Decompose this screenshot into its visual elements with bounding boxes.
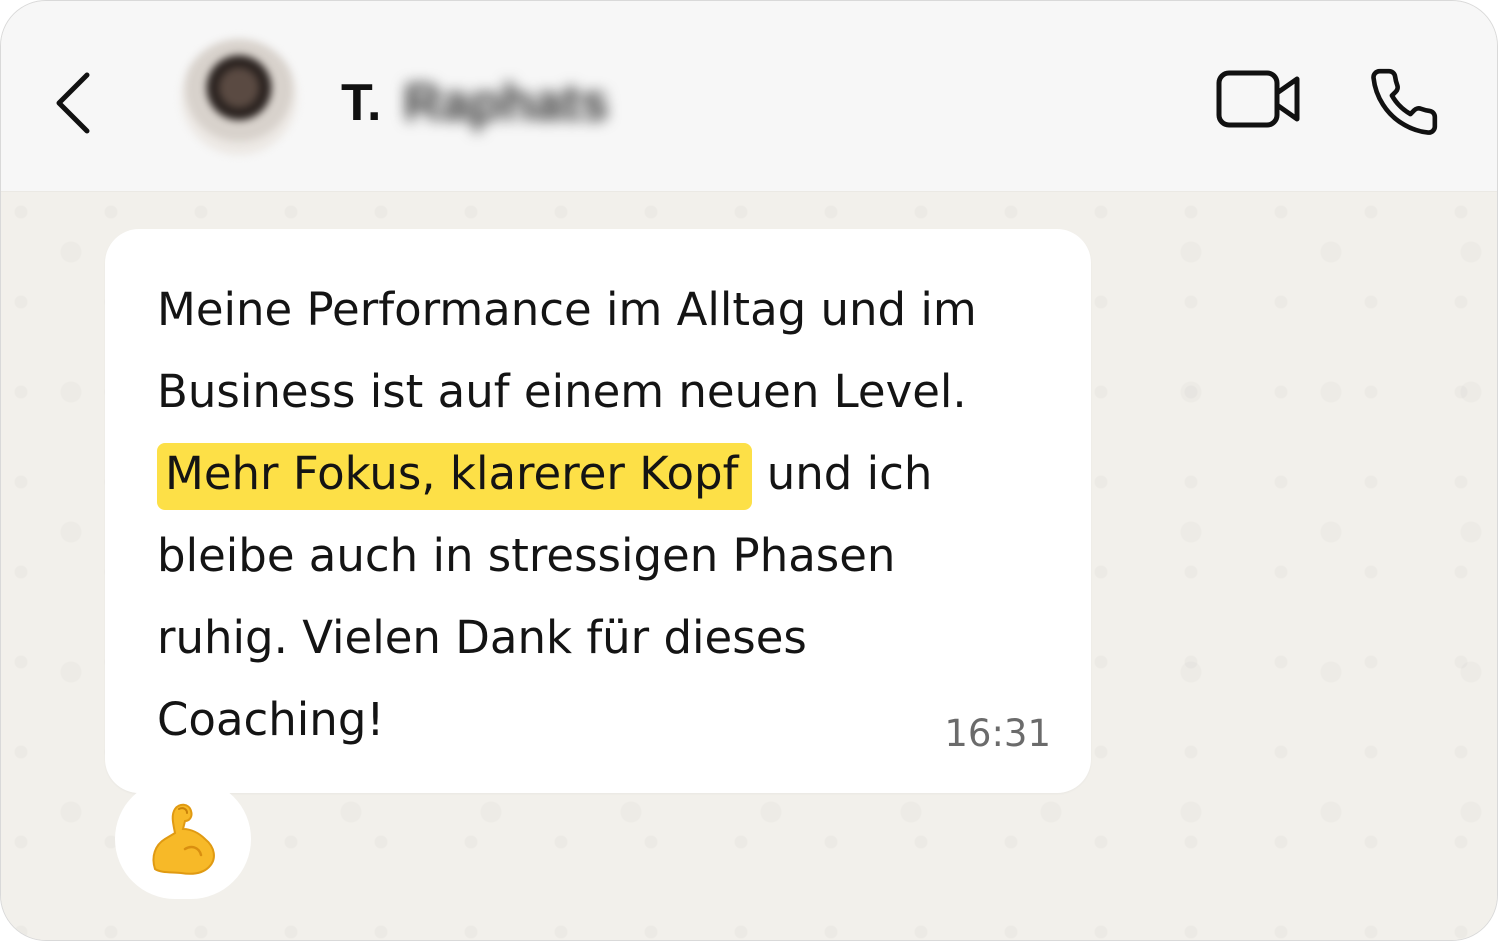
reaction-badge[interactable] [115, 779, 251, 899]
chevron-left-icon [56, 72, 90, 134]
phone-icon [1371, 68, 1438, 135]
chat-header: T. Raphats [1, 1, 1497, 192]
message-text-before: Meine Performance im Alltag und im Busin… [157, 283, 977, 418]
contact-avatar[interactable] [181, 39, 297, 155]
contact-name[interactable]: T. Raphats [341, 71, 609, 135]
video-camera-icon [1216, 70, 1300, 128]
message-highlight: Mehr Fokus, klarerer Kopf [157, 443, 753, 510]
flexed-biceps-icon [152, 803, 215, 875]
contact-surname-blurred: Raphats [403, 74, 609, 132]
contact-initial: T. [341, 74, 382, 132]
back-button[interactable] [45, 63, 105, 143]
message-timestamp: 16:31 [944, 712, 1051, 755]
voice-call-button[interactable] [1367, 65, 1441, 139]
video-call-button[interactable] [1213, 65, 1305, 135]
message-text: Meine Performance im Alltag und im Busin… [157, 269, 1037, 761]
message-bubble[interactable]: Meine Performance im Alltag und im Busin… [105, 229, 1091, 793]
chat-window: T. Raphats Meine Performance im Alltag u… [0, 0, 1498, 941]
